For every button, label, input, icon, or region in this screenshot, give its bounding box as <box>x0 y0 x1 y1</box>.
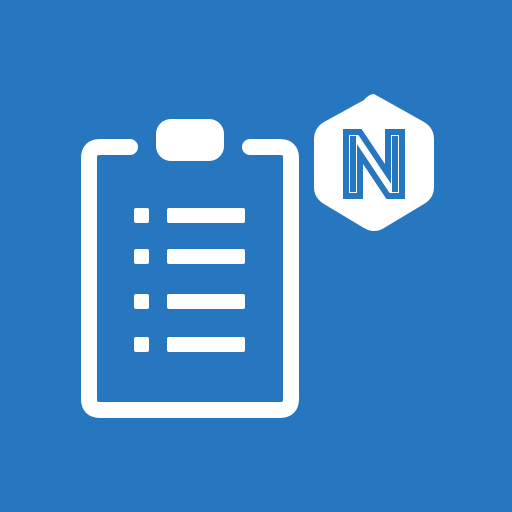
clipboard-clip <box>156 119 224 161</box>
list-line <box>167 208 245 223</box>
bullet-square <box>134 337 149 352</box>
list-line <box>167 337 245 352</box>
app-icon-artwork <box>0 0 512 512</box>
bullet-square <box>134 294 149 309</box>
app-icon <box>0 0 512 512</box>
bullet-square <box>134 208 149 223</box>
bullet-square <box>134 249 149 264</box>
list-line <box>167 294 245 309</box>
list-line <box>167 249 245 264</box>
icon-background <box>0 0 512 512</box>
